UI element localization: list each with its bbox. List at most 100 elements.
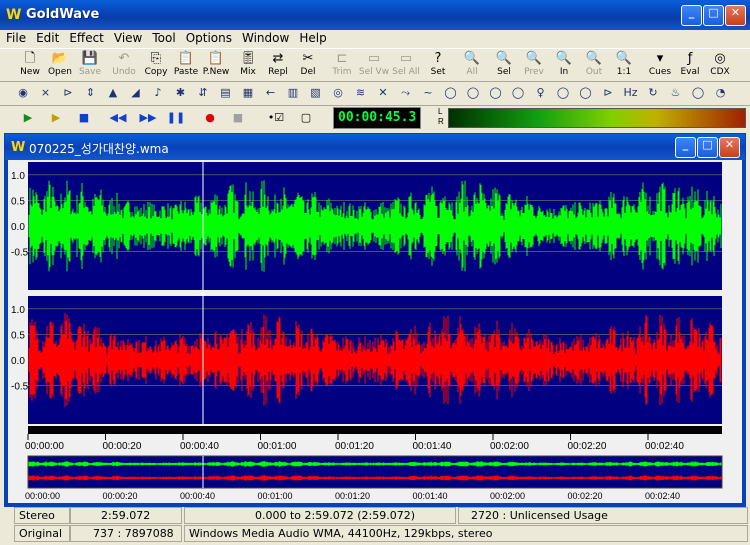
- fast-forward-icon[interactable]: ▶▶: [138, 109, 158, 127]
- menu-help[interactable]: Help: [293, 30, 330, 45]
- effect-tool-icon[interactable]: ✱: [172, 84, 190, 102]
- stop-record-icon: ■: [232, 111, 244, 124]
- effect-tool-icon[interactable]: ◯: [509, 84, 527, 102]
- effect-tool-icon[interactable]: ♀: [532, 84, 550, 102]
- effect-tool-icon[interactable]: ✕: [374, 84, 392, 102]
- effect-tool-icon[interactable]: ◎: [329, 84, 347, 102]
- toolbar-button-label: Del: [300, 67, 316, 77]
- effect-tool-icon[interactable]: ▥: [284, 84, 302, 102]
- effect-tool-icon[interactable]: ⊳: [59, 84, 77, 102]
- del-button[interactable]: ✂ Del: [292, 51, 324, 81]
- effect-tool-icon[interactable]: ⨯: [37, 84, 55, 102]
- menu-window[interactable]: Window: [236, 30, 293, 45]
- minimize-button[interactable]: _: [681, 5, 702, 26]
- effect-tool-icon[interactable]: Hz: [622, 84, 640, 102]
- undo-button[interactable]: ↶ Undo: [108, 51, 140, 81]
- effect-tool-icon[interactable]: ↻: [644, 84, 662, 102]
- effect-tool-icon[interactable]: ←: [262, 84, 280, 102]
- toolbar-button-label: Sel Vw: [358, 67, 390, 77]
- open-button[interactable]: 📂 Open: [44, 51, 76, 81]
- effect-tool-icon[interactable]: ⊳: [599, 84, 617, 102]
- toolbar-button-label: Sel All: [392, 67, 420, 77]
- effect-tool-icon[interactable]: ◔: [712, 84, 730, 102]
- paste-button[interactable]: 📋 Paste: [170, 51, 202, 81]
- trim-button[interactable]: ⊏ Trim: [326, 51, 358, 81]
- doc-close-button[interactable]: ✕: [719, 137, 740, 158]
- undo-icon: ↶: [118, 51, 130, 66]
- cues-button[interactable]: ▾ Cues: [644, 51, 676, 81]
- close-button[interactable]: ✕: [725, 5, 746, 26]
- record-icon[interactable]: ●: [200, 109, 220, 127]
- overview-timeline-label: 00:00:40: [180, 491, 215, 501]
- menu-edit[interactable]: Edit: [30, 30, 63, 45]
- in-button[interactable]: 🔍 In: [548, 51, 580, 81]
- doc-maximize-button[interactable]: □: [697, 137, 718, 158]
- replace-icon: ⇄: [272, 51, 284, 66]
- new-button[interactable]: 🗋 New: [14, 51, 46, 81]
- repl-button[interactable]: ⇄ Repl: [262, 51, 294, 81]
- effect-tool-icon[interactable]: ⇕: [82, 84, 100, 102]
- effect-tool-icon[interactable]: ♪: [149, 84, 167, 102]
- save-button[interactable]: 💾 Save: [74, 51, 106, 81]
- trim-icon: ⊏: [336, 51, 348, 66]
- sel-vw-button[interactable]: ▭ Sel Vw: [358, 51, 390, 81]
- waveform-view[interactable]: 1.0 0.5 0.0 -0.5 1.0 0.5 0.0 -0.5 00:00:00 00:00:…: [8, 160, 742, 503]
- overview-background[interactable]: [27, 455, 723, 489]
- left-channel-axis-label: 0.0: [11, 222, 25, 233]
- timeline-label: 00:02:00: [490, 441, 529, 452]
- effect-tool-icon[interactable]: ♨: [667, 84, 685, 102]
- menu-view[interactable]: View: [108, 30, 146, 45]
- mix-button[interactable]: 🎚 Mix: [232, 51, 264, 81]
- out-button[interactable]: 🔍 Out: [578, 51, 610, 81]
- overview-timeline-label: 00:01:20: [335, 491, 370, 501]
- document-body: 1.0 0.5 0.0 -0.5 1.0 0.5 0.0 -0.5 00:00:00 00:00:…: [8, 160, 742, 503]
- effect-tool-icon[interactable]: ◯: [577, 84, 595, 102]
- all-button[interactable]: 🔍 All: [456, 51, 488, 81]
- pause-icon[interactable]: ❚❚: [166, 109, 186, 127]
- copy-button[interactable]: ⎘ Copy: [140, 51, 172, 81]
- status-length: 2:59.072: [70, 507, 182, 524]
- effect-tool-icon[interactable]: ◢: [127, 84, 145, 102]
- effect-tool-icon[interactable]: ◯: [442, 84, 460, 102]
- effect-tool-icon[interactable]: ▦: [239, 84, 257, 102]
- effect-tool-icon[interactable]: ▧: [307, 84, 325, 102]
- effect-tool-icon[interactable]: ~: [419, 84, 437, 102]
- effect-tool-icon[interactable]: ⤳: [397, 84, 415, 102]
- eval-button[interactable]: ƒ Eval: [674, 51, 706, 81]
- menu-tool[interactable]: Tool: [146, 30, 179, 45]
- effect-tool-icon[interactable]: ▲: [104, 84, 122, 102]
- p-new-button[interactable]: 📋 P.New: [200, 51, 232, 81]
- menu-effect[interactable]: Effect: [63, 30, 108, 45]
- maximize-button[interactable]: □: [703, 5, 724, 26]
- effect-tool-icon[interactable]: ⇵: [194, 84, 212, 102]
- effect-tool-icon[interactable]: ◯: [554, 84, 572, 102]
- effect-tool-icon[interactable]: ◯: [689, 84, 707, 102]
- level-meter: [448, 108, 746, 128]
- 1-1-button[interactable]: 🔍 1:1: [608, 51, 640, 81]
- play-selection-icon[interactable]: ▶: [46, 109, 66, 127]
- prev-button[interactable]: 🔍 Prev: [518, 51, 550, 81]
- right-channel-axis-label: -0.5: [11, 382, 29, 393]
- effect-tool-icon[interactable]: ▤: [217, 84, 235, 102]
- sel-all-button[interactable]: ▭ Sel All: [390, 51, 422, 81]
- menu-options[interactable]: Options: [180, 30, 236, 45]
- effect-tool-icon[interactable]: ≋: [352, 84, 370, 102]
- menu-file[interactable]: File: [0, 30, 30, 45]
- set-button[interactable]: ? Set: [422, 51, 454, 81]
- timeline-label: 00:02:20: [568, 441, 607, 452]
- play-icon[interactable]: ▶: [18, 109, 38, 127]
- sel-button[interactable]: 🔍 Sel: [488, 51, 520, 81]
- record-mode-icon[interactable]: ▢: [296, 109, 316, 127]
- cdx-button[interactable]: ◎ CDX: [704, 51, 736, 81]
- select-all-icon: ▭: [399, 51, 413, 66]
- delete-icon: ✂: [302, 51, 314, 66]
- rewind-icon[interactable]: ◀◀: [108, 109, 128, 127]
- effect-tool-icon[interactable]: ◯: [464, 84, 482, 102]
- toolbar-button-label: New: [20, 67, 40, 77]
- doc-minimize-button[interactable]: _: [675, 137, 696, 158]
- effect-tool-icon[interactable]: ◉: [14, 84, 32, 102]
- effect-tool-icon[interactable]: ◯: [487, 84, 505, 102]
- stop-icon[interactable]: ■: [74, 109, 94, 127]
- device-controls-icon[interactable]: •☑: [262, 109, 290, 127]
- goldwave-logo-icon: W: [6, 7, 22, 23]
